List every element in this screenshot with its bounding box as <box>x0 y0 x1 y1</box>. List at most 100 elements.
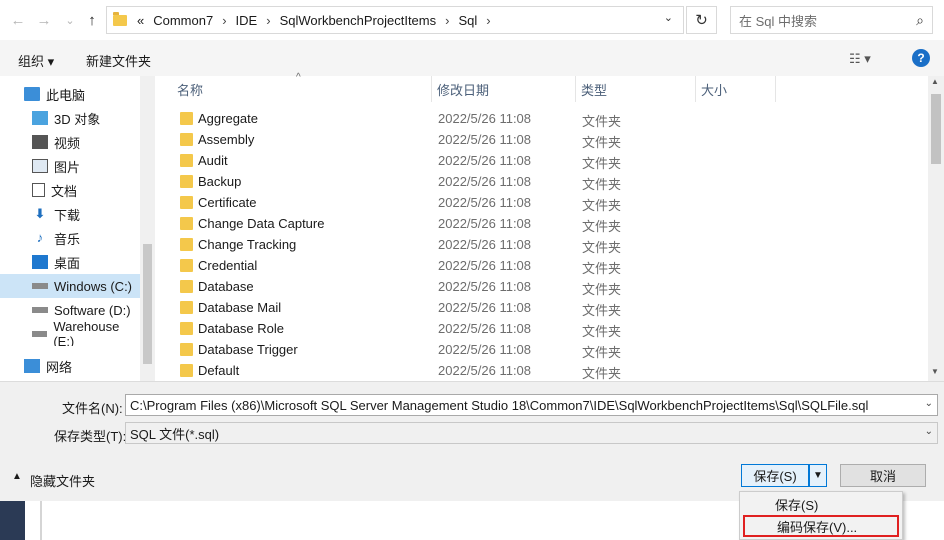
navigation-pane: 此电脑 3D 对象 视频 图片 文档 ⬇ 下载 ♪ 音乐 桌面 Windows … <box>0 76 155 381</box>
file-name: Aggregate <box>198 111 258 126</box>
hide-folders-button[interactable]: 隐藏文件夹 <box>30 471 95 490</box>
breadcrumb-chevron-icon[interactable]: › <box>222 13 226 28</box>
file-row[interactable]: Database 2022/5/26 11:08 文件夹 <box>172 276 928 297</box>
folder-icon <box>180 259 193 272</box>
breadcrumb-overflow[interactable]: « <box>137 13 144 28</box>
file-list-scrollbar[interactable]: ▲ ▼ <box>928 76 944 381</box>
nav-item-label: 3D 对象 <box>54 111 101 127</box>
organize-button[interactable]: 组织 ▾ <box>18 51 54 70</box>
search-icon: ⌕ <box>916 12 924 28</box>
nav-scrollbar-thumb[interactable] <box>143 244 152 364</box>
nav-item-network[interactable]: 网络 <box>0 354 140 378</box>
search-placeholder: 在 Sql 中搜索 <box>739 13 818 29</box>
file-date: 2022/5/26 11:08 <box>438 237 532 252</box>
desktop-icon <box>32 255 48 269</box>
scroll-up-icon[interactable]: ▲ <box>931 77 939 86</box>
nav-item-pictures[interactable]: 图片 <box>0 154 140 178</box>
help-icon[interactable]: ? <box>912 49 930 67</box>
background-divider <box>40 501 42 540</box>
nav-item-windows-c[interactable]: Windows (C:) <box>0 274 140 298</box>
file-type: 文件夹 <box>582 324 622 339</box>
forward-arrow-icon[interactable]: → <box>34 10 54 30</box>
nav-item-software-d[interactable]: Software (D:) <box>0 298 140 322</box>
breadcrumb-sql[interactable]: Sql <box>458 13 477 28</box>
nav-item-warehouse-e[interactable]: Warehouse (E:) <box>0 322 140 346</box>
file-row[interactable]: Aggregate 2022/5/26 11:08 文件夹 <box>172 108 928 129</box>
file-row[interactable]: Database Trigger 2022/5/26 11:08 文件夹 <box>172 339 928 360</box>
file-name: Change Tracking <box>198 237 297 252</box>
back-arrow-icon[interactable]: ← <box>8 10 28 30</box>
column-header-label: 修改日期 <box>437 82 490 98</box>
background-sidebar <box>0 501 25 540</box>
video-icon <box>32 135 48 149</box>
file-row[interactable]: Database Role 2022/5/26 11:08 文件夹 <box>172 318 928 339</box>
menu-item-save-with-encoding[interactable]: 编码保存(V)... <box>743 515 899 537</box>
nav-item-3d-objects[interactable]: 3D 对象 <box>0 106 140 130</box>
nav-item-label: Windows (C:) <box>54 278 133 294</box>
file-type: 文件夹 <box>582 177 622 192</box>
file-row[interactable]: Credential 2022/5/26 11:08 文件夹 <box>172 255 928 276</box>
address-dropdown-icon[interactable]: ⌄ <box>664 11 673 24</box>
nav-item-documents[interactable]: 文档 <box>0 178 140 202</box>
music-icon: ♪ <box>36 230 44 245</box>
file-row[interactable]: Database Mail 2022/5/26 11:08 文件夹 <box>172 297 928 318</box>
address-bar[interactable]: « Common7 › IDE › SqlWorkbenchProjectIte… <box>106 6 684 34</box>
file-list: 名称 ^ 修改日期 类型 大小 Aggregate 2022/5/26 11:08… <box>172 72 928 381</box>
cube-icon <box>32 111 48 125</box>
file-row[interactable]: Certificate 2022/5/26 11:08 文件夹 <box>172 192 928 213</box>
chevron-up-icon[interactable]: ▲ <box>12 471 22 482</box>
folder-icon <box>180 238 193 251</box>
folder-icon <box>180 112 193 125</box>
breadcrumb-chevron-icon[interactable]: › <box>266 13 270 28</box>
up-arrow-icon[interactable]: ↑ <box>82 10 102 30</box>
view-options-icon[interactable]: ☷ ▾ <box>849 51 871 67</box>
file-type: 文件夹 <box>582 366 622 381</box>
folder-icon <box>113 11 127 26</box>
file-row[interactable]: Default 2022/5/26 11:08 文件夹 <box>172 360 928 381</box>
network-icon <box>24 359 40 373</box>
breadcrumb-common7[interactable]: Common7 <box>153 13 213 28</box>
chevron-down-icon[interactable]: ⌄ <box>925 426 933 437</box>
folder-icon <box>180 343 193 356</box>
new-folder-button[interactable]: 新建文件夹 <box>86 51 151 70</box>
filename-field[interactable]: C:\Program Files (x86)\Microsoft SQL Ser… <box>125 394 938 416</box>
file-row[interactable]: Backup 2022/5/26 11:08 文件夹 <box>172 171 928 192</box>
breadcrumb-sqlworkbenchprojectitems[interactable]: SqlWorkbenchProjectItems <box>280 13 437 28</box>
column-header-label: 名称 <box>177 82 204 98</box>
column-header-label: 大小 <box>701 82 728 98</box>
nav-item-videos[interactable]: 视频 <box>0 130 140 154</box>
column-header-name[interactable]: 名称 <box>172 76 432 102</box>
file-list-scrollbar-thumb[interactable] <box>931 94 941 164</box>
search-input[interactable]: 在 Sql 中搜索 ⌕ <box>730 6 933 34</box>
nav-item-label: 下载 <box>54 207 81 223</box>
breadcrumb-chevron-icon[interactable]: › <box>445 13 449 28</box>
file-type: 文件夹 <box>582 282 622 297</box>
column-header-size[interactable]: 大小 <box>696 76 776 102</box>
menu-item-save[interactable]: 保存(S) <box>743 493 899 515</box>
scroll-down-icon[interactable]: ▼ <box>931 367 939 376</box>
nav-item-music[interactable]: ♪ 音乐 <box>0 226 140 250</box>
file-row[interactable]: Change Tracking 2022/5/26 11:08 文件夹 <box>172 234 928 255</box>
file-row[interactable]: Assembly 2022/5/26 11:08 文件夹 <box>172 129 928 150</box>
filetype-value: SQL 文件(*.sql) <box>130 426 220 442</box>
drive-icon <box>32 283 48 289</box>
column-header-type[interactable]: 类型 <box>576 76 696 102</box>
file-row[interactable]: Change Data Capture 2022/5/26 11:08 文件夹 <box>172 213 928 234</box>
nav-item-this-pc[interactable]: 此电脑 <box>0 82 140 106</box>
cancel-button[interactable]: 取消 <box>840 464 926 487</box>
recent-locations-chevron-icon[interactable]: ⌄ <box>60 10 80 30</box>
save-dropdown-icon[interactable]: ▼ <box>809 464 827 487</box>
chevron-down-icon[interactable]: ⌄ <box>925 398 933 409</box>
nav-item-desktop[interactable]: 桌面 <box>0 250 140 274</box>
file-name: Database Role <box>198 321 284 336</box>
drive-icon <box>32 331 48 337</box>
breadcrumb-chevron-icon[interactable]: › <box>486 13 490 28</box>
nav-item-downloads[interactable]: ⬇ 下载 <box>0 202 140 226</box>
filetype-select[interactable]: SQL 文件(*.sql) ⌄ <box>125 422 938 444</box>
breadcrumb-ide[interactable]: IDE <box>236 13 258 28</box>
column-header-date[interactable]: 修改日期 <box>432 76 576 102</box>
save-button[interactable]: 保存(S) <box>741 464 809 487</box>
file-row[interactable]: Audit 2022/5/26 11:08 文件夹 <box>172 150 928 171</box>
folder-icon <box>180 217 193 230</box>
refresh-icon[interactable]: ↻ <box>686 6 717 34</box>
